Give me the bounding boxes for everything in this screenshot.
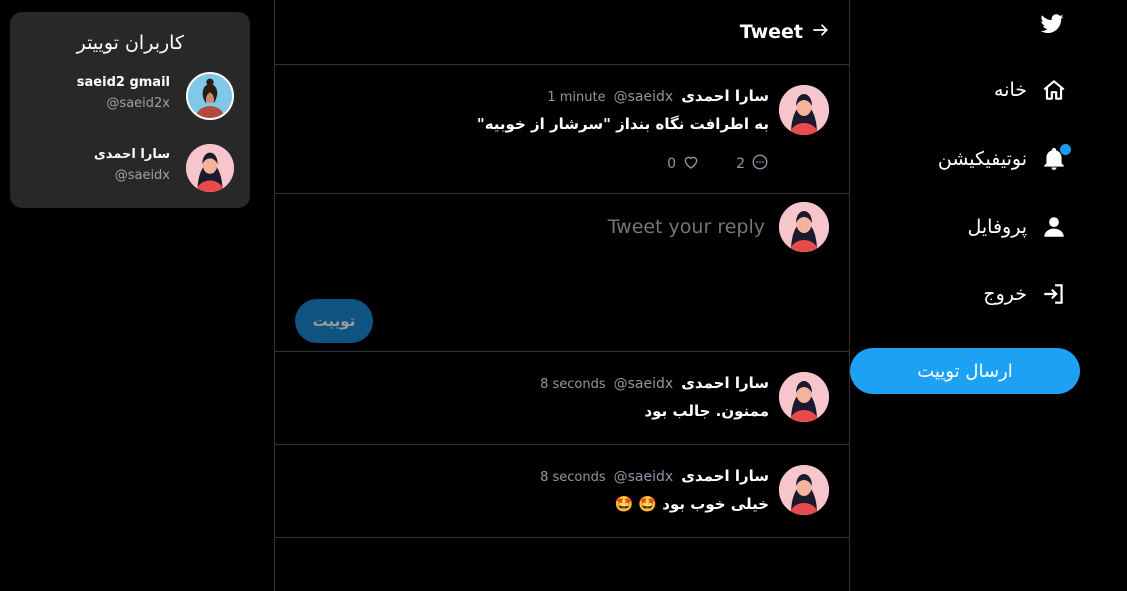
nav-item-home[interactable]: خانه	[994, 70, 1067, 110]
tweet-meta: سارا احمدی @saeidx 1 minute	[547, 87, 769, 105]
timeline: Tweet سارا احمدی @saeidx 1 minute به اطر…	[274, 0, 850, 591]
users-panel: کاربران توییتر saeid2 gmail @saeid2x سار…	[10, 12, 250, 208]
twitter-bird-icon[interactable]	[1040, 12, 1064, 36]
app-root: خانه نوتیفیکیشن پروفایل خروج ارسال توییت	[0, 0, 1127, 591]
nav-item-label: خانه	[993, 79, 1027, 101]
user-icon	[1041, 214, 1067, 240]
like-count: 0	[667, 156, 677, 172]
page-header: Tweet	[275, 0, 849, 65]
comment-count: 2	[736, 156, 745, 172]
author-name[interactable]: سارا احمدی	[681, 467, 769, 485]
tweet-text: به اطرافت نگاه بنداز "سرشار از خوبیه"	[476, 115, 769, 133]
user-name: سارا احمدی	[93, 147, 170, 162]
tweet-time: 1 minute	[547, 90, 606, 105]
comment-icon	[751, 153, 769, 175]
tweet-actions: 2 0	[667, 153, 769, 175]
user-name: saeid2 gmail	[76, 75, 170, 90]
avatar[interactable]	[779, 372, 829, 422]
users-panel-title: کاربران توییتر	[76, 32, 184, 54]
logout-icon	[1041, 281, 1067, 307]
send-tweet-button[interactable]: ارسال توییت	[850, 348, 1080, 394]
author-name[interactable]: سارا احمدی	[681, 87, 769, 105]
reply-tweet-button[interactable]: توییت	[295, 299, 373, 343]
main-tweet[interactable]: سارا احمدی @saeidx 1 minute به اطرافت نگ…	[275, 65, 849, 194]
nav-item-notifications[interactable]: نوتیفیکیشن	[937, 139, 1071, 179]
reply-tweet[interactable]: سارا احمدی @saeidx 8 seconds ممنون. جالب…	[275, 352, 849, 445]
heart-icon	[682, 153, 700, 175]
user-item[interactable]: سارا احمدی @saeidx	[10, 144, 250, 196]
author-name[interactable]: سارا احمدی	[681, 374, 769, 392]
nav-item-label: پروفایل	[967, 216, 1028, 238]
avatar	[186, 144, 234, 192]
main-nav: خانه نوتیفیکیشن پروفایل خروج ارسال توییت	[850, 0, 1127, 591]
user-item[interactable]: saeid2 gmail @saeid2x	[10, 72, 250, 124]
tweet-text: ممنون. جالب بود	[644, 402, 769, 420]
avatar	[779, 202, 829, 252]
reply-tweet[interactable]: سارا احمدی @saeidx 8 seconds خیلی خوب بو…	[275, 445, 849, 538]
author-handle: @saeidx	[613, 376, 674, 392]
like-button[interactable]: 0	[667, 153, 700, 175]
tweet-meta: سارا احمدی @saeidx 8 seconds	[540, 467, 769, 485]
avatar[interactable]	[779, 85, 829, 135]
user-handle: @saeidx	[114, 168, 170, 183]
page-title: Tweet	[739, 21, 803, 43]
tweet-text: خیلی خوب بود 🤩 🤩	[614, 495, 770, 513]
reply-composer: توییت	[275, 194, 849, 352]
home-icon	[1041, 77, 1067, 103]
nav-item-logout[interactable]: خروج	[983, 274, 1067, 314]
user-handle: @saeid2x	[106, 96, 170, 111]
avatar	[186, 72, 234, 120]
author-handle: @saeidx	[613, 469, 674, 485]
avatar[interactable]	[779, 465, 829, 515]
arrow-right-icon[interactable]	[811, 20, 829, 44]
tweet-time: 8 seconds	[540, 377, 606, 392]
nav-item-label: نوتیفیکیشن	[937, 148, 1027, 170]
comment-button[interactable]: 2	[736, 153, 769, 175]
tweet-time: 8 seconds	[540, 470, 606, 485]
nav-item-label: خروج	[983, 283, 1027, 305]
author-handle: @saeidx	[613, 89, 674, 105]
reply-input[interactable]	[385, 212, 765, 242]
nav-item-profile[interactable]: پروفایل	[968, 207, 1068, 247]
notification-dot	[1060, 144, 1071, 155]
tweet-meta: سارا احمدی @saeidx 8 seconds	[540, 374, 769, 392]
bell-icon	[1041, 144, 1071, 172]
